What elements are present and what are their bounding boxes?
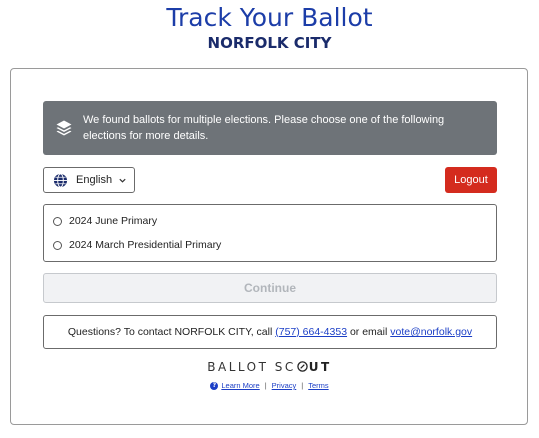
- contact-middle: or email: [349, 326, 388, 338]
- language-label: English: [76, 174, 113, 186]
- language-select[interactable]: English: [43, 167, 135, 193]
- footer-separator: |: [264, 381, 267, 390]
- radio-button[interactable]: [53, 240, 62, 250]
- ballot-scout-logo: BALLOT SC UT: [0, 360, 539, 374]
- contact-email-link[interactable]: vote@norfolk.gov: [390, 326, 472, 338]
- contact-phone-link[interactable]: (757) 664-4353: [275, 326, 347, 338]
- alert-message: We found ballots for multiple elections.…: [83, 114, 445, 142]
- election-option-label: 2024 June Primary: [69, 215, 158, 227]
- brand-text-part2: UT: [308, 360, 332, 374]
- contact-prefix: Questions? To contact NORFOLK CITY, call: [67, 326, 273, 338]
- globe-icon: [53, 172, 68, 188]
- layers-icon: [56, 120, 72, 136]
- compass-icon: [297, 361, 308, 372]
- learn-more-link[interactable]: Learn More: [221, 381, 259, 390]
- chevron-down-icon: [119, 178, 126, 183]
- footer-separator: |: [301, 381, 304, 390]
- terms-link[interactable]: Terms: [308, 381, 328, 390]
- election-options: 2024 June Primary 2024 March Presidentia…: [43, 204, 497, 262]
- question-icon: ?: [210, 381, 219, 390]
- radio-button[interactable]: [53, 216, 62, 226]
- multiple-elections-alert: We found ballots for multiple elections.…: [43, 101, 497, 155]
- footer-links: ? Learn More | Privacy | Terms: [0, 381, 539, 390]
- continue-button[interactable]: Continue: [43, 273, 497, 303]
- page-subtitle: NORFOLK CITY: [207, 34, 332, 52]
- election-option-label: 2024 March Presidential Primary: [69, 239, 222, 251]
- contact-box: Questions? To contact NORFOLK CITY, call…: [43, 315, 497, 349]
- election-option-june-primary[interactable]: 2024 June Primary: [53, 213, 157, 229]
- election-option-march-presidential-primary[interactable]: 2024 March Presidential Primary: [53, 237, 221, 253]
- page: Track Your Ballot NORFOLK CITY We found …: [0, 0, 539, 438]
- page-title: Track Your Ballot: [166, 3, 373, 32]
- brand-text-part1: BALLOT SC: [207, 360, 296, 374]
- logout-button[interactable]: Logout: [445, 167, 497, 193]
- privacy-link[interactable]: Privacy: [272, 381, 297, 390]
